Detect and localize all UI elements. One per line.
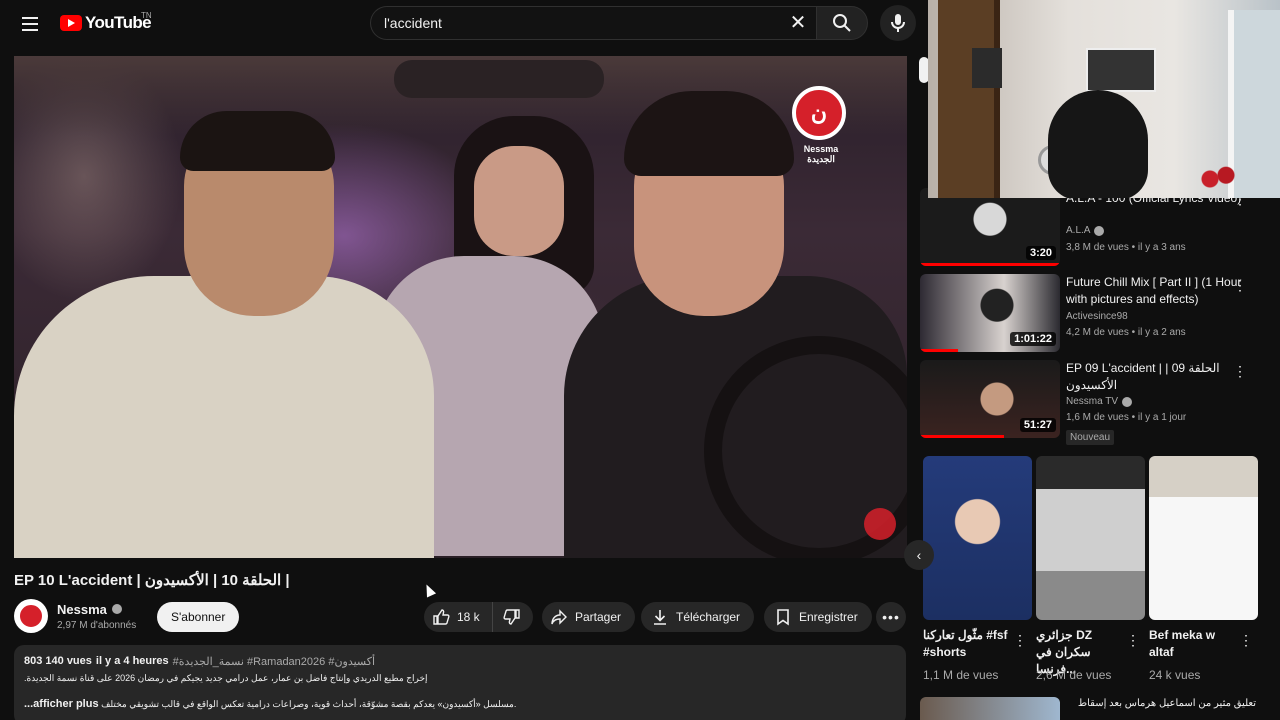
youtube-play-icon — [60, 15, 82, 31]
recommendation-item[interactable]: 1:01:22 Future Chill Mix [ Part II ] (1 … — [920, 274, 1280, 356]
search-icon — [833, 14, 851, 32]
rear-view-mirror — [394, 60, 604, 98]
new-badge: Nouveau — [1066, 430, 1115, 445]
verified-icon — [1122, 396, 1133, 407]
share-button[interactable]: Partager — [542, 602, 636, 632]
chevron-left-icon[interactable]: ‹ — [904, 540, 934, 570]
search-query: l'accident — [384, 15, 442, 31]
rec-title[interactable]: EP 09 L'accident | الحلقة 09 | الأكسيدون — [1066, 360, 1246, 394]
top-bar: YouTube TN l'accident ✕ — [0, 0, 928, 48]
recommendation-item[interactable]: 51:27 EP 09 L'accident | الحلقة 09 | الأ… — [920, 360, 1280, 445]
upload-age: il y a 4 heures — [95, 655, 169, 667]
video-thumbnail[interactable]: 3:20 — [920, 188, 1060, 266]
thumbs-down-icon — [503, 609, 520, 625]
thumbs-up-icon — [433, 609, 450, 625]
verified-icon — [111, 604, 122, 614]
short-title[interactable]: مثّول تعاركنا #fsf #shorts — [923, 627, 1015, 661]
search-input[interactable]: l'accident ✕ — [370, 6, 816, 40]
webcam-flowers — [1198, 160, 1238, 198]
rec-channel[interactable]: Nessma TV — [1066, 396, 1133, 407]
description-text-2: ...afficher plus مسلسل «أكسيدون» يعدكم ب… — [24, 698, 517, 710]
short-views: 24 k vues — [1149, 668, 1201, 682]
short-views: 2,6 M de vues — [1036, 668, 1112, 682]
download-button[interactable]: Télécharger — [641, 602, 755, 632]
channel-corner-bug[interactable] — [864, 508, 896, 540]
description-box[interactable]: 803 140 vues il y a 4 heures #نسمة_الجدي… — [14, 645, 906, 720]
rec-channel[interactable]: Activesince98 — [1066, 311, 1128, 322]
channel-watermark-text: Nessma الجديدة — [803, 144, 839, 164]
more-vert-icon[interactable]: ⋮ — [1232, 276, 1248, 294]
more-vert-icon[interactable]: ⋮ — [1013, 632, 1027, 649]
woman-face — [474, 146, 564, 256]
more-vert-icon[interactable]: ⋮ — [1232, 362, 1248, 380]
video-thumbnail[interactable]: 51:27 — [920, 360, 1060, 438]
like-dislike-group: 18 k — [424, 602, 533, 632]
short-thumbnail[interactable] — [923, 456, 1032, 620]
description-more-link[interactable]: ...afficher plus — [24, 698, 99, 710]
more-vert-icon[interactable]: ⋮ — [1126, 632, 1140, 649]
watch-progress — [920, 263, 1060, 266]
description-text: إخراج مطيع الدريدي وإنتاج فاضل بن عمار، … — [24, 673, 428, 683]
short-thumbnail[interactable] — [1036, 456, 1145, 620]
webcam-poster — [1086, 48, 1156, 92]
short-thumbnail[interactable] — [1149, 456, 1258, 620]
more-actions-button[interactable]: ••• — [876, 602, 906, 632]
microphone-icon — [891, 14, 905, 32]
channel-owner: Nessma 2,97 M d'abonnés — [14, 598, 136, 634]
subscribe-button[interactable]: S'abonner — [157, 602, 240, 632]
webcam-person — [1048, 90, 1148, 198]
man-left-hoodie — [14, 276, 434, 558]
watch-progress — [920, 435, 1004, 438]
video-thumbnail[interactable]: 1:01:22 — [920, 274, 1060, 352]
more-vert-icon[interactable]: ⋮ — [1239, 632, 1253, 649]
rec-meta: 3,8 M de vues • il y a 3 ans — [1066, 242, 1186, 253]
rec-meta: 4,2 M de vues • il y a 2 ans — [1066, 327, 1186, 338]
logo-country-code: TN — [141, 11, 152, 20]
youtube-logo[interactable]: YouTube — [60, 13, 152, 33]
voice-search-button[interactable] — [880, 5, 916, 41]
bookmark-icon — [777, 609, 789, 626]
duration-badge: 51:27 — [1019, 418, 1056, 432]
channel-name[interactable]: Nessma — [57, 602, 136, 617]
man-left-hair — [180, 111, 335, 171]
channel-avatar[interactable] — [14, 599, 48, 633]
description-meta: 803 140 vues il y a 4 heures #نسمة_الجدي… — [24, 655, 896, 668]
webcam-overlay — [928, 0, 1280, 198]
save-button[interactable]: Enregistrer — [764, 602, 872, 632]
video-thumbnail[interactable] — [920, 697, 1060, 720]
duration-badge: 3:20 — [1025, 246, 1056, 260]
webcam-door — [938, 0, 1000, 198]
view-count: 803 140 vues — [24, 655, 92, 667]
share-icon — [551, 609, 567, 625]
verified-icon — [1094, 225, 1105, 236]
rec-title[interactable]: تعليق مثير من اسماعيل هرماس بعد إسقاط — [1066, 698, 1256, 709]
webcam-poster — [972, 48, 1002, 88]
subscriber-count: 2,97 M d'abonnés — [57, 619, 137, 631]
channel-watermark-logo: ن — [792, 86, 846, 140]
video-title: EP 10 L'accident | الحلقة 10 | الأكسيدون… — [14, 572, 290, 589]
rec-title[interactable]: Future Chill Mix [ Part II ] (1 Hour wit… — [1066, 274, 1246, 308]
rec-channel[interactable]: A.L.A — [1066, 225, 1105, 236]
youtube-watch-page: YouTube TN l'accident ✕ ن Nessma الجديدة… — [0, 0, 1280, 720]
watch-progress — [920, 349, 958, 352]
download-icon — [654, 610, 666, 625]
like-button[interactable]: 18 k — [424, 602, 493, 632]
menu-icon[interactable] — [18, 12, 42, 36]
dislike-button[interactable] — [493, 602, 533, 632]
rec-meta: 1,6 M de vues • il y a 1 jour — [1066, 412, 1187, 423]
recommendation-item[interactable]: 3:20 A.L.A - 100 (Official Lyrics Video)… — [920, 188, 1280, 270]
search-button[interactable] — [816, 6, 868, 40]
search-bar: l'accident ✕ — [370, 6, 868, 40]
clear-search-icon[interactable]: ✕ — [788, 13, 808, 33]
like-count: 18 k — [457, 610, 480, 624]
more-horiz-icon: ••• — [882, 609, 900, 625]
hashtags[interactable]: #نسمة_الجديدة #Ramadan2026 #أكسيدون — [173, 655, 375, 668]
duration-badge: 1:01:22 — [1010, 332, 1056, 346]
short-title[interactable]: Bef meka w altaf — [1149, 627, 1241, 661]
short-views: 1,1 M de vues — [923, 668, 999, 682]
video-player[interactable]: ن Nessma الجديدة — [14, 56, 907, 558]
